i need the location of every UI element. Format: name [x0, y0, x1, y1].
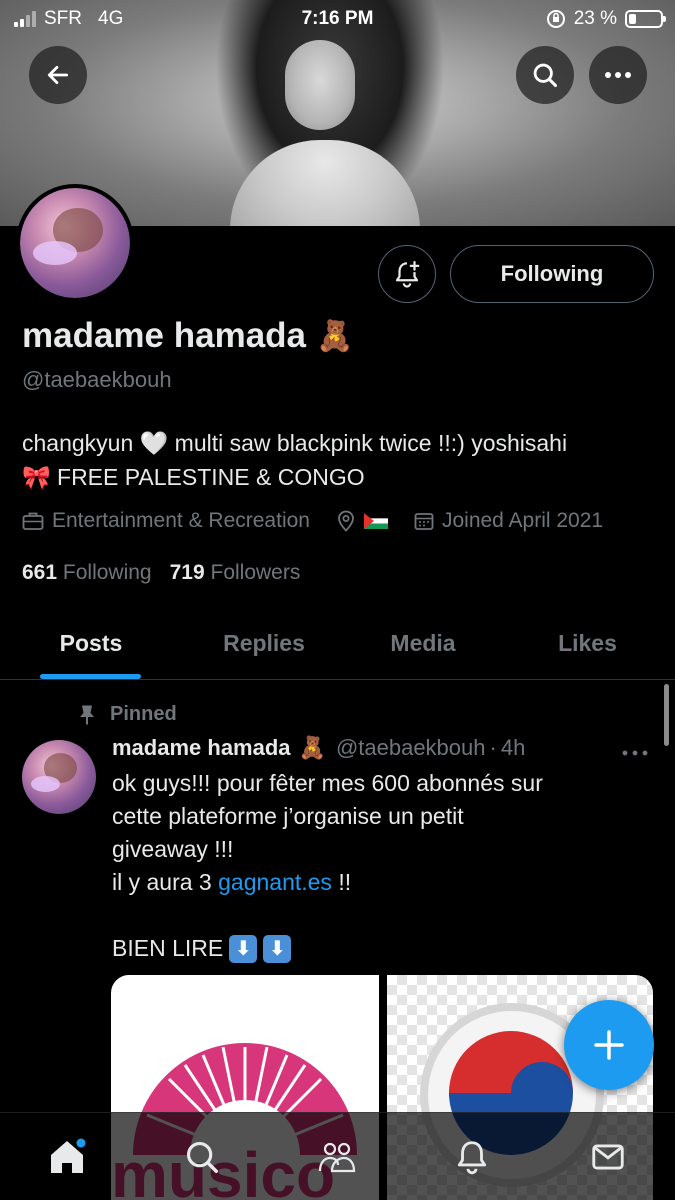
- following-stat[interactable]: 661 Following: [22, 561, 152, 585]
- search-icon: [186, 1141, 218, 1173]
- post-author-avatar[interactable]: [22, 740, 96, 814]
- search-button[interactable]: [516, 46, 574, 104]
- bottom-navigation: [0, 1112, 675, 1200]
- plus-icon: [594, 1030, 624, 1060]
- more-horizontal-icon: [622, 750, 648, 756]
- bio-line-1: changkyun 🤍 multi saw blackpink twice !!…: [22, 430, 568, 456]
- joined-text: Joined April 2021: [441, 509, 604, 532]
- post-avatar-glow: [30, 775, 61, 792]
- post-line-5-text: BIEN LIRE: [112, 935, 224, 961]
- post-author-emoji: 🧸: [298, 735, 326, 760]
- more-horizontal-icon: [605, 72, 631, 78]
- name-emoji: 🧸: [316, 319, 354, 353]
- meta-joined: Joined April 2021: [414, 509, 603, 533]
- profile-tabs: Posts Replies Media Likes: [0, 606, 675, 680]
- avatar-glow: [33, 240, 78, 265]
- post-line-4: il y aura 3 gagnant.es !!: [112, 866, 652, 899]
- battery-percent: 23 %: [573, 8, 617, 29]
- nav-notifications[interactable]: [452, 1137, 492, 1177]
- profile-display-name: madame hamada 🧸: [22, 316, 353, 356]
- post-header: madame hamada 🧸 @taebaekbouh · 4h: [112, 735, 525, 761]
- followers-label: Followers: [210, 561, 301, 584]
- meta-category: Entertainment & Recreation: [22, 509, 310, 533]
- followers-count: 719: [169, 561, 205, 584]
- bio-line-2: 🎀 FREE PALESTINE & CONGO: [22, 464, 365, 490]
- scrollbar[interactable]: [664, 684, 669, 746]
- pin-icon: [80, 705, 94, 724]
- tab-posts[interactable]: Posts: [0, 606, 182, 680]
- tab-likes[interactable]: Likes: [500, 606, 675, 680]
- post-line-4-prefix: il y aura 3: [112, 869, 219, 895]
- following-count: 661: [22, 561, 58, 584]
- post-line-4-suffix: !!: [331, 869, 352, 895]
- pinned-indicator: Pinned: [78, 703, 177, 726]
- arrow-left-icon: [47, 66, 69, 84]
- calendar-icon: [414, 513, 434, 530]
- post-line-1: ok guys!!! pour fêter mes 600 abonnés su…: [112, 770, 543, 796]
- tab-media[interactable]: Media: [346, 606, 500, 680]
- nav-home[interactable]: [47, 1137, 87, 1177]
- home-icon: [51, 1138, 86, 1173]
- status-bar: SFR 4G 7:16 PM 23 %: [0, 0, 675, 38]
- location-pin-icon: [338, 510, 354, 532]
- battery-fill: [629, 14, 636, 24]
- post-time: 4h: [500, 735, 526, 760]
- compose-button[interactable]: [564, 1000, 654, 1090]
- bell-plus-icon: [395, 261, 420, 288]
- profile-stats: 661 Following 719 Followers: [22, 561, 300, 585]
- followers-stat[interactable]: 719 Followers: [170, 561, 301, 585]
- post-author-name[interactable]: madame hamada: [112, 735, 291, 761]
- display-name-text: madame hamada: [22, 316, 307, 355]
- post-line-5: BIEN LIRE ⬇ ⬇: [112, 932, 652, 965]
- nav-messages[interactable]: [588, 1137, 628, 1177]
- battery-icon: [625, 10, 666, 28]
- communities-icon: [318, 1142, 356, 1173]
- tab-replies[interactable]: Replies: [182, 606, 346, 680]
- messages-icon: [592, 1144, 624, 1170]
- palestine-flag-icon: [363, 513, 388, 529]
- nav-search[interactable]: [182, 1137, 222, 1177]
- more-button[interactable]: [589, 46, 647, 104]
- notifications-icon: [457, 1141, 487, 1175]
- orientation-lock-icon: [546, 10, 565, 28]
- notifications-subscribe-button[interactable]: [378, 245, 436, 303]
- pinned-label: Pinned: [110, 703, 177, 725]
- profile-avatar[interactable]: [16, 184, 134, 302]
- post-more-button[interactable]: [622, 736, 648, 762]
- following-label: Following: [62, 561, 152, 584]
- profile-bio: changkyun 🤍 multi saw blackpink twice !!…: [22, 426, 652, 494]
- down-arrow-emoji: ⬇: [229, 934, 258, 963]
- search-icon: [533, 63, 558, 88]
- meta-location: 🇵🇸: [336, 510, 388, 532]
- banner-face: [285, 40, 355, 130]
- post-body: ok guys!!! pour fêter mes 600 abonnés su…: [112, 767, 652, 965]
- post-line-3: giveaway !!!: [112, 836, 234, 862]
- active-tab-indicator: [40, 674, 141, 679]
- briefcase-icon: [22, 512, 44, 530]
- post-line-2: cette plateforme j’organise un petit: [112, 803, 464, 829]
- profile-meta: Entertainment & Recreation 🇵🇸 Joined Apr…: [22, 509, 629, 533]
- hashtag-link[interactable]: gagnant.es: [218, 869, 332, 895]
- following-button[interactable]: Following: [450, 245, 654, 303]
- avatar-image: [20, 188, 130, 298]
- profile-handle: @taebaekbouh: [22, 367, 172, 392]
- category-text: Entertainment & Recreation: [52, 509, 310, 532]
- post-author-handle[interactable]: @taebaekbouh: [336, 735, 486, 761]
- back-button[interactable]: [29, 46, 87, 104]
- down-arrow-emoji: ⬇: [263, 934, 292, 963]
- nav-communities[interactable]: [317, 1137, 357, 1177]
- status-right: 23 %: [546, 8, 666, 30]
- post-separator: ·: [489, 735, 497, 760]
